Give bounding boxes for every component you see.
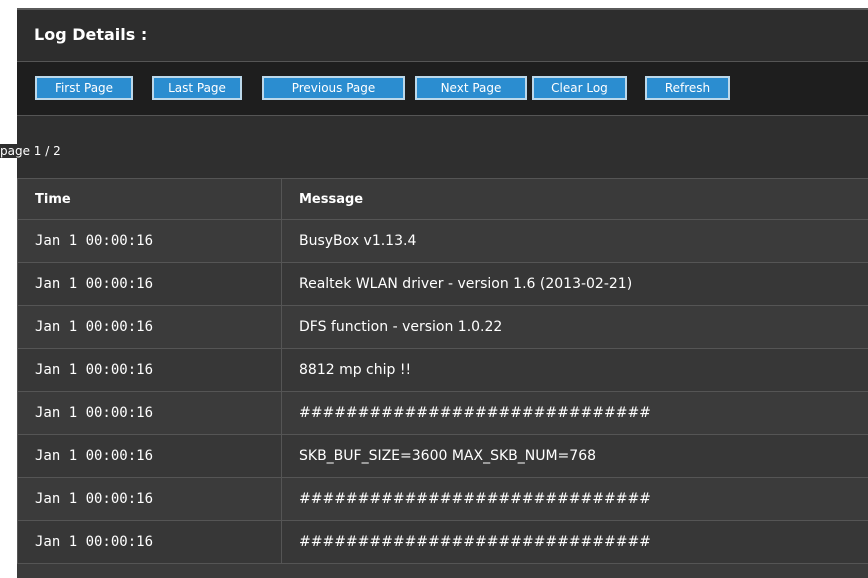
table-row: Jan 1 00:00:16 8812 mp chip !! — [17, 348, 868, 392]
log-time: Jan 1 00:00:16 — [17, 219, 282, 263]
log-message: 8812 mp chip !! — [281, 348, 868, 392]
log-time: Jan 1 00:00:16 — [17, 477, 282, 521]
table-row: Jan 1 00:00:16 DFS function - version 1.… — [17, 305, 868, 349]
refresh-button[interactable]: Refresh — [645, 76, 730, 100]
log-message: SKB_BUF_SIZE=3600 MAX_SKB_NUM=768 — [281, 434, 868, 478]
log-message: BusyBox v1.13.4 — [281, 219, 868, 263]
log-message: ############################## — [281, 477, 868, 521]
panel-header: Log Details : — [17, 8, 868, 61]
table-row: Jan 1 00:00:16 #########################… — [17, 391, 868, 435]
column-header-message: Message — [281, 178, 868, 220]
table-row: Jan 1 00:00:16 SKB_BUF_SIZE=3600 MAX_SKB… — [17, 434, 868, 478]
log-time: Jan 1 00:00:16 — [17, 520, 282, 564]
column-header-time: Time — [17, 178, 282, 220]
log-table: Time Message Jan 1 00:00:16 BusyBox v1.1… — [17, 178, 868, 564]
table-row: Jan 1 00:00:16 #########################… — [17, 520, 868, 564]
log-details-panel: Log Details : First Page Last Page Previ… — [17, 8, 868, 578]
table-row: Jan 1 00:00:16 #########################… — [17, 477, 868, 521]
log-time: Jan 1 00:00:16 — [17, 391, 282, 435]
clear-log-button[interactable]: Clear Log — [532, 76, 627, 100]
log-message: DFS function - version 1.0.22 — [281, 305, 868, 349]
log-message: ############################## — [281, 391, 868, 435]
table-row: Jan 1 00:00:16 BusyBox v1.13.4 — [17, 219, 868, 263]
previous-page-button[interactable]: Previous Page — [262, 76, 405, 100]
last-page-button[interactable]: Last Page — [152, 76, 242, 100]
log-time: Jan 1 00:00:16 — [17, 348, 282, 392]
log-toolbar: First Page Last Page Previous Page Next … — [17, 61, 868, 116]
log-message: Realtek WLAN driver - version 1.6 (2013-… — [281, 262, 868, 306]
page-title: Log Details : — [34, 25, 148, 44]
log-time: Jan 1 00:00:16 — [17, 305, 282, 349]
pager-bar — [17, 116, 868, 178]
next-page-button[interactable]: Next Page — [415, 76, 527, 100]
log-message: ############################## — [281, 520, 868, 564]
page-indicator: page 1 / 2 — [0, 144, 65, 158]
first-page-button[interactable]: First Page — [35, 76, 133, 100]
log-time: Jan 1 00:00:16 — [17, 434, 282, 478]
table-header-row: Time Message — [17, 178, 868, 220]
log-time: Jan 1 00:00:16 — [17, 262, 282, 306]
table-row: Jan 1 00:00:16 Realtek WLAN driver - ver… — [17, 262, 868, 306]
